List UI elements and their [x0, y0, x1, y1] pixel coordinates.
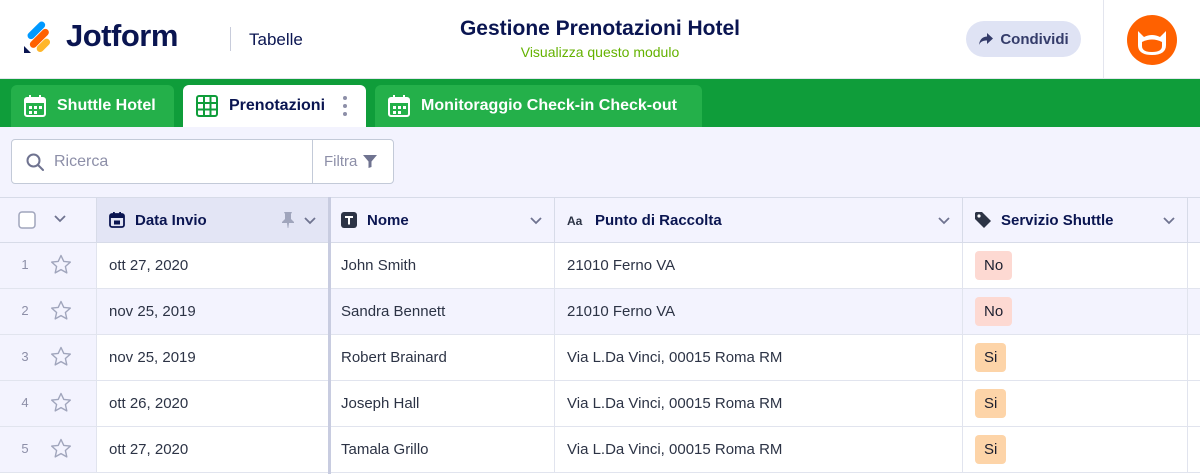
- column-label: Punto di Raccolta: [595, 211, 722, 229]
- pinned-column-divider[interactable]: [328, 197, 331, 474]
- cell-servizio-shuttle[interactable]: Si: [963, 381, 1188, 426]
- chevron-down-icon[interactable]: [304, 217, 316, 225]
- search-divider: [312, 140, 313, 183]
- header-divider: [1103, 0, 1104, 79]
- cell-servizio-shuttle[interactable]: Si: [963, 335, 1188, 380]
- status-badge: Si: [975, 389, 1007, 418]
- cell-nome[interactable]: Joseph Hall: [329, 381, 555, 426]
- row-number: 1: [21, 257, 29, 272]
- star-icon[interactable]: [50, 300, 72, 321]
- cell-nome[interactable]: Tamala Grillo: [329, 427, 555, 472]
- tab-prenotazioni[interactable]: Prenotazioni: [183, 85, 366, 127]
- column-header-servizio-shuttle[interactable]: Servizio Shuttle: [963, 198, 1188, 242]
- select-all-checkbox[interactable]: [18, 211, 36, 229]
- top-header: Jotform Tabelle Gestione Prenotazioni Ho…: [0, 0, 1200, 79]
- svg-text:Aa: Aa: [567, 214, 583, 226]
- search-icon: [26, 153, 44, 171]
- table-row[interactable]: 5 ott 27, 2020 Tamala Grillo Via L.Da Vi…: [0, 427, 1200, 473]
- row-index-cell: 4: [0, 381, 97, 426]
- cell-punto-di-raccolta[interactable]: Via L.Da Vinci, 00015 Roma RM: [555, 427, 963, 472]
- cell-nome[interactable]: John Smith: [329, 243, 555, 288]
- cell-punto-di-raccolta[interactable]: Via L.Da Vinci, 00015 Roma RM: [555, 381, 963, 426]
- star-icon[interactable]: [50, 392, 72, 413]
- status-badge: No: [975, 297, 1013, 326]
- table-header-row: Data Invio Nome Aa Punto di Raccolta Ser…: [0, 197, 1200, 243]
- row-number: 5: [21, 441, 29, 456]
- chevron-down-icon[interactable]: [1163, 217, 1175, 225]
- filter-button[interactable]: Filtra: [324, 153, 378, 170]
- column-label: Servizio Shuttle: [1001, 211, 1114, 229]
- star-icon[interactable]: [50, 254, 72, 275]
- tab-bar: Shuttle Hotel Prenotazioni Monitoraggio …: [0, 79, 1200, 127]
- filter-funnel-icon: [363, 155, 378, 168]
- tab-monitoraggio[interactable]: Monitoraggio Check-in Check-out: [375, 85, 702, 127]
- text-icon: [341, 212, 357, 228]
- table-row[interactable]: 2 nov 25, 2019 Sandra Bennett 21010 Fern…: [0, 289, 1200, 335]
- status-badge: Si: [975, 435, 1007, 464]
- grid-icon: [196, 95, 218, 117]
- cell-servizio-shuttle[interactable]: No: [963, 243, 1188, 288]
- select-all-header: [0, 198, 97, 242]
- row-index-cell: 3: [0, 335, 97, 380]
- share-arrow-icon: [979, 33, 994, 45]
- column-header-nome[interactable]: Nome: [329, 198, 555, 242]
- filter-label: Filtra: [324, 153, 358, 170]
- column-header-punto-di-raccolta[interactable]: Aa Punto di Raccolta: [555, 198, 963, 242]
- search-input[interactable]: Ricerca: [54, 153, 108, 171]
- cell-data-invio[interactable]: ott 27, 2020: [97, 243, 329, 288]
- share-label: Condividi: [1000, 30, 1069, 48]
- tab-shuttle-hotel[interactable]: Shuttle Hotel: [11, 85, 174, 127]
- chevron-down-icon[interactable]: [530, 217, 542, 225]
- row-index-cell: 1: [0, 243, 97, 288]
- more-options-icon[interactable]: [342, 95, 348, 117]
- chevron-down-icon[interactable]: [54, 215, 66, 223]
- cell-data-invio[interactable]: ott 26, 2020: [97, 381, 329, 426]
- cell-nome[interactable]: Sandra Bennett: [329, 289, 555, 334]
- search-box[interactable]: Ricerca Filtra: [11, 139, 394, 184]
- status-badge: No: [975, 251, 1013, 280]
- font-icon: Aa: [567, 214, 583, 226]
- data-table: Data Invio Nome Aa Punto di Raccolta Ser…: [0, 197, 1200, 474]
- calendar-icon: [24, 95, 46, 117]
- table-row[interactable]: 1 ott 27, 2020 John Smith 21010 Ferno VA…: [0, 243, 1200, 289]
- cell-punto-di-raccolta[interactable]: Via L.Da Vinci, 00015 Roma RM: [555, 335, 963, 380]
- cat-avatar-icon[interactable]: [1127, 15, 1177, 65]
- cell-servizio-shuttle[interactable]: Si: [963, 427, 1188, 472]
- calendar-date-icon: [109, 212, 125, 228]
- row-number: 4: [21, 395, 29, 410]
- row-number: 3: [21, 349, 29, 364]
- row-index-cell: 5: [0, 427, 97, 472]
- chevron-down-icon[interactable]: [938, 217, 950, 225]
- cell-punto-di-raccolta[interactable]: 21010 Ferno VA: [555, 289, 963, 334]
- star-icon[interactable]: [50, 346, 72, 367]
- star-icon[interactable]: [50, 438, 72, 459]
- table-toolbar: Ricerca Filtra: [0, 127, 1200, 197]
- share-button[interactable]: Condividi: [966, 21, 1081, 57]
- pin-icon[interactable]: [282, 212, 294, 228]
- status-badge: Si: [975, 343, 1007, 372]
- calendar-icon: [388, 95, 410, 117]
- column-header-data-invio[interactable]: Data Invio: [97, 198, 329, 242]
- tab-label: Monitoraggio Check-in Check-out: [421, 97, 677, 114]
- table-row[interactable]: 3 nov 25, 2019 Robert Brainard Via L.Da …: [0, 335, 1200, 381]
- table-row[interactable]: 4 ott 26, 2020 Joseph Hall Via L.Da Vinc…: [0, 381, 1200, 427]
- tab-label: Shuttle Hotel: [57, 97, 156, 114]
- cell-punto-di-raccolta[interactable]: 21010 Ferno VA: [555, 243, 963, 288]
- tag-icon: [975, 212, 991, 228]
- row-index-cell: 2: [0, 289, 97, 334]
- cell-data-invio[interactable]: nov 25, 2019: [97, 289, 329, 334]
- cell-servizio-shuttle[interactable]: No: [963, 289, 1188, 334]
- row-number: 2: [21, 303, 29, 318]
- column-label: Data Invio: [135, 211, 207, 229]
- cell-nome[interactable]: Robert Brainard: [329, 335, 555, 380]
- cell-data-invio[interactable]: ott 27, 2020: [97, 427, 329, 472]
- cell-data-invio[interactable]: nov 25, 2019: [97, 335, 329, 380]
- column-label: Nome: [367, 211, 409, 229]
- tab-label: Prenotazioni: [229, 97, 326, 114]
